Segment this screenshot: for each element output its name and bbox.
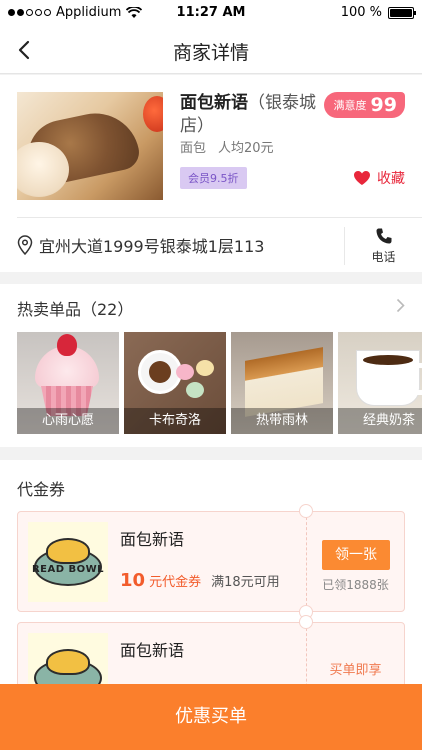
coupon-condition: 满18元可用 — [211, 575, 280, 590]
coupon-value: 10 元代金券 满18元可用 — [120, 570, 280, 591]
hot-item-label: 热带雨林 — [231, 408, 333, 434]
battery-percent: 100 % — [340, 5, 382, 20]
hot-item-label: 经典奶茶 — [338, 408, 422, 434]
phone-icon — [376, 228, 391, 244]
address-row[interactable]: 宜州大道1999号银泰城1层113 — [17, 233, 264, 257]
battery-area: 100 % — [340, 5, 416, 20]
coupon-amount: 10 — [120, 570, 146, 591]
favorite-label: 收藏 — [377, 171, 405, 187]
shop-name: 面包新语（银泰城店） — [180, 92, 320, 138]
shop-card: 面包新语（银泰城店） 面包 人均20元 会员9.5折 满意度 99 收藏 宜州大道… — [0, 75, 422, 272]
favorite-button[interactable]: 收藏 — [353, 168, 405, 188]
address-text: 宜州大道1999号银泰城1层113 — [39, 237, 265, 256]
hot-item[interactable]: 经典奶茶 — [338, 332, 422, 434]
status-bar: Applidium 11:27 AM 100 % — [0, 0, 422, 26]
hot-items-more-button[interactable] — [396, 298, 405, 317]
hot-items-section: 热卖单品（22） 心雨心愿 卡布奇洛 热带雨林 经典奶茶 — [0, 284, 422, 447]
shop-brand: 面包新语 — [180, 93, 248, 113]
member-discount-badge: 会员9.5折 — [180, 167, 247, 189]
hot-items-list: 心雨心愿 卡布奇洛 热带雨林 经典奶茶 — [17, 332, 422, 434]
phone-label: 电话 — [371, 250, 396, 264]
brand-logo-text: READ BOWL — [31, 564, 105, 575]
satisfaction-label: 满意度 — [333, 99, 367, 112]
coupon-unit: 元代金券 — [149, 575, 202, 590]
claim-coupon-button[interactable]: 领一张 — [322, 540, 390, 570]
satisfaction-badge: 满意度 99 — [323, 92, 405, 118]
coupon-section-title: 代金券 — [17, 480, 66, 499]
hot-item[interactable]: 卡布奇洛 — [124, 332, 226, 434]
hot-item[interactable]: 热带雨林 — [231, 332, 333, 434]
phone-button[interactable]: 电话 — [345, 227, 422, 265]
discount-pay-button[interactable]: 优惠买单 — [0, 684, 422, 750]
coupon-name: 面包新语 — [120, 530, 185, 549]
hot-item-label: 卡布奇洛 — [124, 408, 226, 434]
nav-bar: 商家详情 — [0, 26, 422, 74]
brand-logo: READ BOWL — [28, 522, 108, 602]
location-pin-icon — [17, 235, 33, 255]
page-title: 商家详情 — [172, 42, 249, 64]
chevron-right-icon — [396, 298, 405, 313]
shop-avg-price: 人均20元 — [218, 141, 274, 156]
shop-image[interactable] — [17, 92, 163, 200]
pay-discount-tag: 买单即享 — [329, 663, 382, 678]
satisfaction-score: 99 — [370, 94, 397, 116]
heart-icon — [354, 171, 370, 185]
claimed-count: 已领1888张 — [322, 578, 389, 592]
coupon-name: 面包新语 — [120, 641, 185, 660]
battery-icon — [388, 6, 416, 19]
hot-item-label: 心雨心愿 — [17, 408, 119, 434]
divider — [17, 217, 422, 218]
coupon-card[interactable]: READ BOWL 面包新语 10 元代金券 满18元可用 领一张 已领1888… — [17, 504, 405, 619]
hot-items-title[interactable]: 热卖单品（22） — [17, 296, 133, 320]
hot-item[interactable]: 心雨心愿 — [17, 332, 119, 434]
shop-meta: 面包 人均20元 — [180, 137, 274, 156]
shop-category: 面包 — [180, 141, 207, 156]
